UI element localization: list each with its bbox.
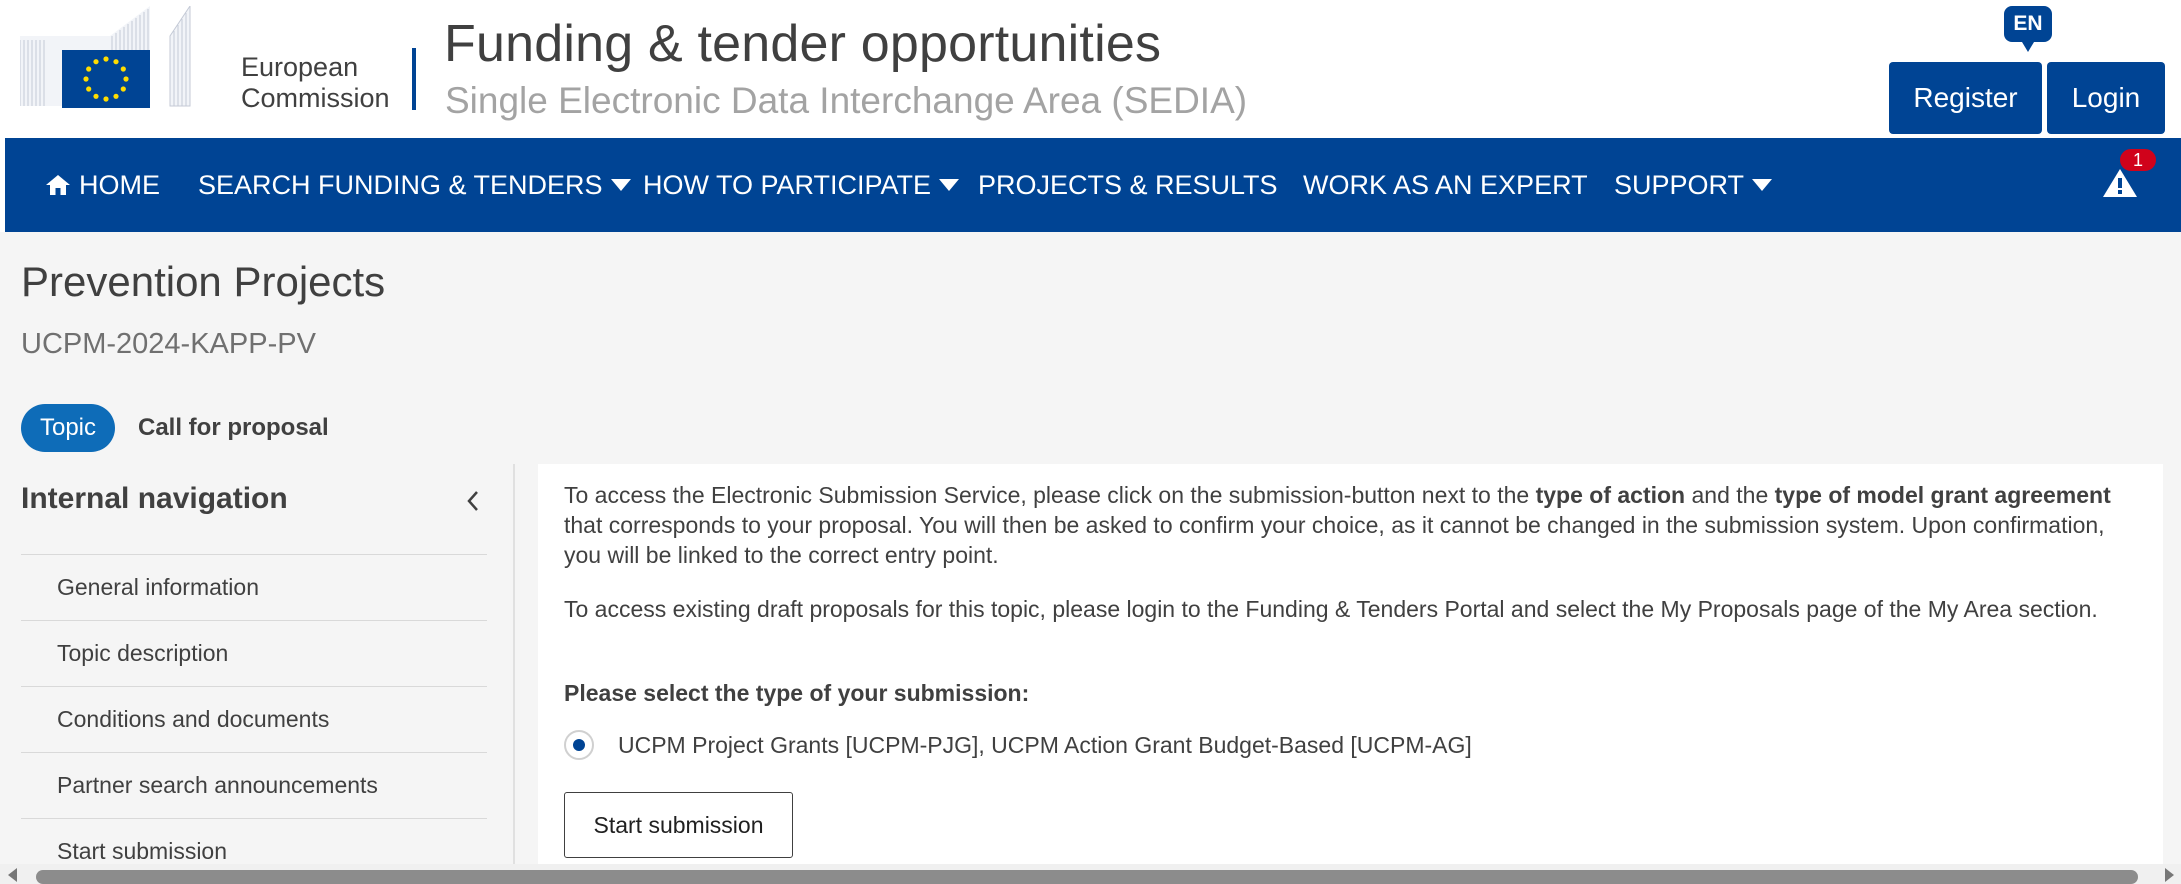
site-subtitle: Single Electronic Data Interchange Area … bbox=[445, 80, 1248, 121]
sidebar-item-conditions-documents[interactable]: Conditions and documents bbox=[21, 686, 487, 752]
sidebar-list: General information Topic description Co… bbox=[21, 554, 487, 884]
logo-text-european: European bbox=[241, 52, 359, 82]
topic-identifier: UCPM-2024-KAPP-PV bbox=[21, 328, 316, 360]
logo-text-commission: Commission bbox=[241, 83, 390, 113]
instructions-text-2: and the bbox=[1685, 482, 1775, 508]
notification-count-badge: 1 bbox=[2118, 147, 2158, 173]
submission-instructions: To access the Electronic Submission Serv… bbox=[564, 480, 2134, 570]
instructions-text-1: To access the Electronic Submission Serv… bbox=[564, 482, 1536, 508]
instructions-text-3: that corresponds to your proposal. You w… bbox=[564, 512, 2105, 568]
login-button[interactable]: Login bbox=[2047, 62, 2165, 134]
nav-search-funding-tenders[interactable]: SEARCH FUNDING & TENDERS bbox=[198, 138, 631, 232]
language-selector[interactable]: EN bbox=[2004, 6, 2052, 52]
page-title: Prevention Projects bbox=[21, 258, 386, 305]
nav-how-to-participate[interactable]: HOW TO PARTICIPATE bbox=[643, 138, 960, 232]
logo-divider bbox=[412, 48, 416, 110]
nav-projects-label: PROJECTS & RESULTS bbox=[978, 169, 1278, 200]
sidebar-item-topic-description[interactable]: Topic description bbox=[21, 620, 487, 686]
internal-navigation-title: Internal navigation bbox=[21, 482, 288, 515]
model-grant-agreement-emphasis: type of model grant agreement bbox=[1774, 482, 2111, 508]
nav-support[interactable]: SUPPORT bbox=[1614, 138, 1773, 232]
chevron-left-icon[interactable] bbox=[462, 488, 484, 514]
nav-work-as-expert[interactable]: WORK AS AN EXPERT bbox=[1303, 138, 1588, 232]
home-icon bbox=[46, 175, 70, 195]
scrollbar-thumb[interactable] bbox=[36, 870, 2138, 884]
chevron-down-icon bbox=[1752, 179, 1773, 191]
nav-support-label: SUPPORT bbox=[1614, 169, 1745, 200]
start-submission-button[interactable]: Start submission bbox=[564, 792, 793, 858]
chevron-down-icon bbox=[610, 179, 631, 191]
sidebar-item-partner-search[interactable]: Partner search announcements bbox=[21, 752, 487, 818]
sidebar-item-general-information[interactable]: General information bbox=[21, 554, 487, 620]
draft-proposals-info: To access existing draft proposals for t… bbox=[564, 596, 2098, 622]
nav-expert-label: WORK AS AN EXPERT bbox=[1303, 169, 1588, 200]
register-button[interactable]: Register bbox=[1889, 62, 2042, 134]
radio-selected-dot bbox=[573, 739, 585, 751]
type-of-action-emphasis: type of action bbox=[1535, 482, 1686, 508]
scroll-right-icon[interactable] bbox=[2165, 868, 2174, 882]
logo-text: European Commission bbox=[241, 52, 390, 114]
nav-home-label: HOME bbox=[79, 169, 160, 200]
submission-type-option-label: UCPM Project Grants [UCPM-PJG], UCPM Act… bbox=[618, 731, 1472, 758]
site-header: European Commission Funding & tender opp… bbox=[0, 0, 2181, 138]
nav-search-label: SEARCH FUNDING & TENDERS bbox=[198, 169, 603, 200]
nav-how-label: HOW TO PARTICIPATE bbox=[643, 169, 932, 200]
site-title[interactable]: Funding & tender opportunities bbox=[444, 14, 1161, 74]
nav-home[interactable]: HOME bbox=[45, 138, 160, 232]
call-for-proposal-label: Call for proposal bbox=[138, 414, 329, 441]
sidebar-divider bbox=[513, 464, 515, 864]
nav-projects-results[interactable]: PROJECTS & RESULTS bbox=[978, 138, 1278, 232]
submission-type-label: Please select the type of your submissio… bbox=[564, 680, 1030, 706]
topic-pill: Topic bbox=[21, 404, 115, 452]
main-navigation: HOME SEARCH FUNDING & TENDERS HOW TO PAR… bbox=[5, 138, 2181, 232]
chevron-down-icon bbox=[939, 179, 960, 191]
radio-button[interactable] bbox=[564, 730, 594, 760]
submission-type-option[interactable]: UCPM Project Grants [UCPM-PJG], UCPM Act… bbox=[564, 730, 1472, 760]
scroll-left-icon[interactable] bbox=[8, 868, 17, 882]
